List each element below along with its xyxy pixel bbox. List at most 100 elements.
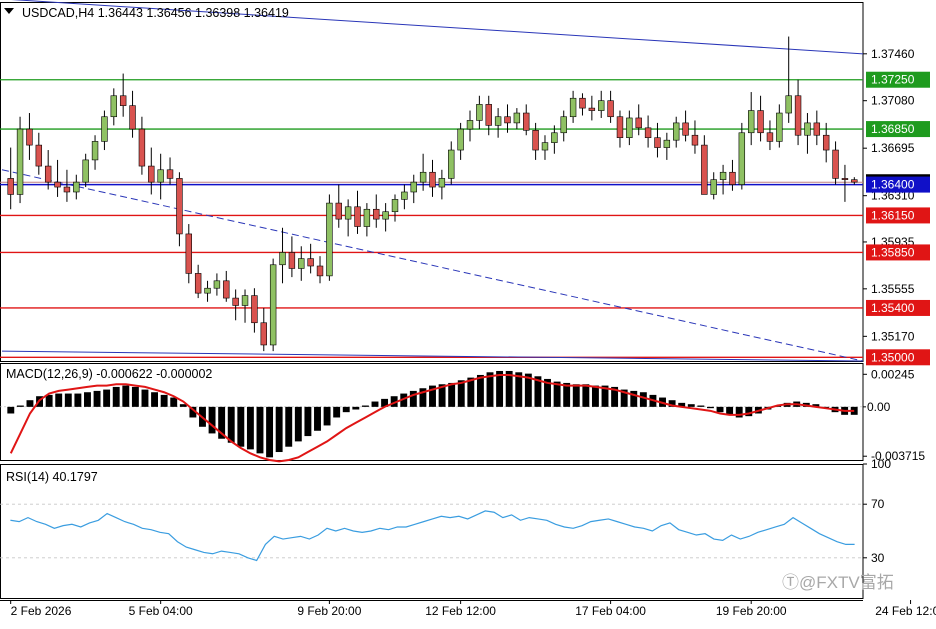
candle-body [176,178,183,235]
candle-body [382,211,389,220]
y-tick-label: 1.36695 [871,141,915,155]
candle-body [429,171,436,188]
candle-body [832,149,839,179]
macd-histogram-bar [266,406,274,458]
candle-body [616,116,624,139]
macd-histogram-bar [74,393,82,407]
candle-body [457,128,464,151]
x-tick-label: 5 Feb 04:00 [129,604,193,618]
candle-body [335,202,342,220]
rsi-line [10,510,855,562]
macd-histogram-bar [572,384,580,407]
candle-body [344,206,352,220]
macd-histogram-bar [285,406,293,447]
candle-body [401,191,408,200]
candle-body [569,97,577,118]
macd-histogram-bar [687,404,695,407]
level-price-label: 1.36400 [871,178,915,192]
macd-histogram-bar [591,385,599,407]
candle-body [110,95,118,118]
collapse-arrow-icon[interactable] [4,8,14,14]
y-tick-label: 70 [871,497,885,511]
candle-body [166,169,174,179]
candle-body [251,295,258,324]
candle-body [747,110,755,134]
candle-body [241,295,249,306]
level-price-label: 1.37250 [871,73,915,87]
candle-body [73,181,80,193]
macd-histogram-bar [448,382,456,407]
candle-body [410,181,417,193]
candle-body [448,149,455,179]
macd-histogram-bar [131,386,139,407]
macd-title: MACD(12,26,9) -0.000622 -0.000002 [6,367,212,381]
x-tick-label: 19 Feb 20:00 [716,604,787,618]
macd-histogram-bar [476,374,484,407]
candle-body [513,112,521,124]
candle-body [560,116,567,134]
macd-histogram-bar [582,384,590,407]
candle-body [644,127,652,139]
macd-histogram-bar [697,405,705,407]
candle-body [466,120,474,130]
chart-window: 1.37460 1.37080 1.36695 1.36310 1.35935 1.355… [0,0,936,624]
level-price-label: 1.36150 [871,208,915,222]
macd-histogram-bar [112,386,120,407]
level-price-label: 1.35000 [871,350,915,364]
candle-body [391,199,399,213]
macd-zero-label: 0.00 [867,400,891,414]
candle-body [232,297,239,306]
candle-body [532,130,539,151]
candle-body [504,116,511,124]
candle-body [673,122,680,141]
level-price-label: 1.35850 [871,245,915,259]
candle-body [129,105,136,130]
macd-histogram-bar [496,370,504,407]
candle-body [35,144,43,167]
macd-histogram-bar [716,406,724,413]
candle-body [729,171,736,185]
candle-body [635,117,642,129]
candle-body [663,139,671,148]
macd-histogram-bar [706,406,714,409]
macd-histogram-bar [170,397,178,407]
macd-histogram-bar [639,392,647,407]
candle-body [326,202,333,277]
candle-body [194,273,202,294]
candle-body [138,128,146,167]
candle-body [851,179,858,183]
macd-histogram-bar [151,392,159,407]
candle-body [260,322,267,346]
macd-histogram-bar [294,406,302,442]
candle-body [157,169,164,183]
trading-chart: 1.374601.370801.366951.363101.359351.355… [0,0,936,618]
rsi-panel-frame [0,464,864,599]
candle-body [701,144,708,195]
candle-body [63,186,71,193]
macd-histogram-bar [371,401,379,407]
rsi-title: RSI(14) 40.1797 [6,470,98,484]
candle-body [148,165,155,183]
candle-body [279,252,286,266]
candle-body [119,95,127,106]
x-tick-label: 17 Feb 04:00 [575,604,646,618]
macd-histogram-bar [323,406,331,426]
candle-body [682,122,689,136]
macd-histogram-bar [93,390,101,407]
candle-body [485,104,492,126]
level-price-label: 1.36850 [871,122,915,136]
macd-histogram-bar [55,393,63,407]
macd-histogram-bar [7,406,15,414]
macd-histogram-bar [103,389,111,407]
candle-body [307,258,314,267]
candle-body [82,159,89,183]
candle-body [26,128,33,146]
candle-body [766,132,774,142]
candle-body [626,117,633,139]
level-price-label: 1.35400 [871,301,915,315]
candle-body [269,264,277,346]
macd-histogram-bar [160,394,168,407]
macd-histogram-bar [275,406,283,453]
candle-body [523,112,530,131]
macd-histogram-bar [64,393,72,407]
